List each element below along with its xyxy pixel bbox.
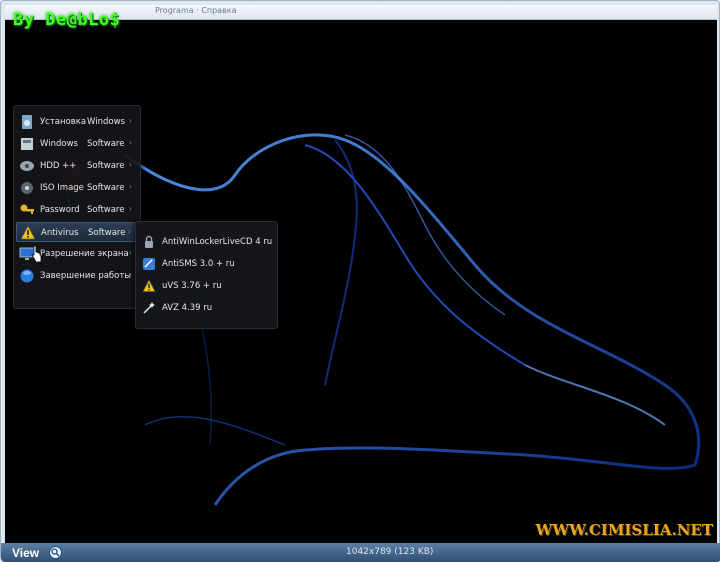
chevron-right-icon: › xyxy=(128,248,132,257)
chevron-right-icon: › xyxy=(128,204,132,213)
hdd-icon xyxy=(20,161,34,171)
warning-icon xyxy=(142,279,156,292)
menu-item-windows-software[interactable]: Windows Software › xyxy=(16,134,136,154)
chevron-right-icon: › xyxy=(128,160,132,169)
wand-icon xyxy=(143,302,155,314)
submenu-item-avz[interactable]: AVZ 4.39 ru xyxy=(140,298,272,318)
menu-item-antivirus-software[interactable]: Antivirus Software › xyxy=(16,222,136,242)
boot-menu: Установка Windows › Windows Software › H… xyxy=(13,105,141,309)
menu-item-hdd-software[interactable]: HDD ++ Software › xyxy=(16,156,136,176)
chevron-right-icon: › xyxy=(128,182,132,191)
chevron-right-icon: › xyxy=(127,227,131,236)
shutdown-orb-icon xyxy=(20,269,34,283)
menu-item-iso-image-software[interactable]: ISO Image Software › xyxy=(16,178,136,198)
window-title: Programa · Справка xyxy=(155,6,237,15)
windows-icon xyxy=(21,138,33,150)
watermark-top: By De@bLo$ xyxy=(13,10,121,30)
submenu-item-antisms[interactable]: AntiSMS 3.0 + ru xyxy=(140,254,272,274)
key-icon xyxy=(20,204,34,214)
disk-icon xyxy=(22,115,32,129)
chevron-right-icon: › xyxy=(128,116,132,125)
status-bar: View 1042x789 (123 KB) xyxy=(1,543,720,562)
chevron-right-icon: › xyxy=(128,270,132,279)
antivirus-submenu: AntiWinLockerLiveCD 4 ru AntiSMS 3.0 + r… xyxy=(135,221,278,329)
watermark-bottom: WWW.CIMISLIA.NET xyxy=(535,521,713,539)
menu-item-install-windows[interactable]: Установка Windows › xyxy=(16,112,136,132)
lock-icon xyxy=(145,235,153,248)
submenu-item-antiwinlocker[interactable]: AntiWinLockerLiveCD 4 ru xyxy=(140,232,272,252)
menu-item-shutdown[interactable]: Завершение работы › xyxy=(16,266,136,286)
viewer-window: Programa · Справка By De@bLo$ WWW.CIMISL… xyxy=(0,0,720,562)
warning-icon xyxy=(20,225,36,240)
chevron-right-icon: › xyxy=(128,138,132,147)
hand-cursor-icon xyxy=(31,245,42,263)
iso-image-icon xyxy=(21,182,33,194)
submenu-item-uvs[interactable]: uVS 3.76 + ru xyxy=(140,276,272,296)
zoom-icon[interactable] xyxy=(49,546,62,559)
image-info: 1042x789 (123 KB) xyxy=(346,547,434,557)
image-canvas: Programa · Справка By De@bLo$ WWW.CIMISL… xyxy=(5,5,717,543)
menu-item-password-software[interactable]: Password Software › xyxy=(16,200,136,220)
antisms-icon xyxy=(143,258,155,270)
view-button[interactable]: View xyxy=(12,546,39,560)
